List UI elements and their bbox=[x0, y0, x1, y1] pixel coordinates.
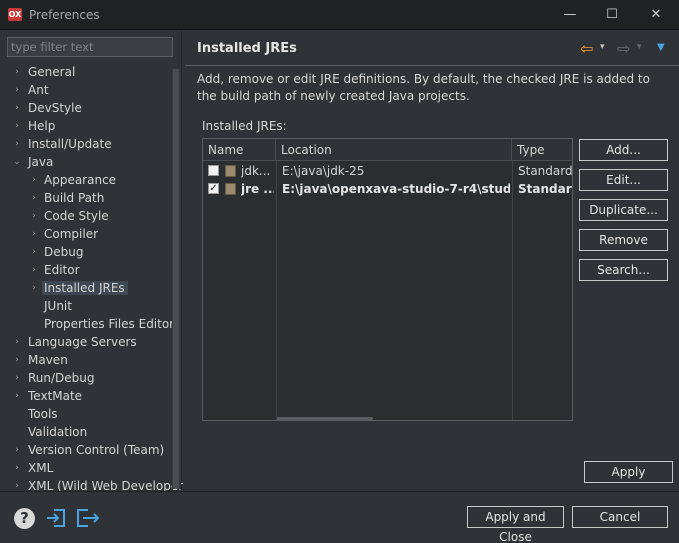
app-logo-icon: OX bbox=[8, 8, 22, 21]
tree-item-compiler[interactable]: › Compiler bbox=[0, 225, 172, 243]
apply-and-close-button[interactable]: Apply and Close bbox=[467, 506, 564, 543]
tree-item-validation[interactable]: Validation bbox=[0, 423, 172, 441]
cell-name: jdk... bbox=[241, 164, 271, 178]
tree-item-java[interactable]: ⌄ Java bbox=[0, 153, 172, 171]
chevron-right-icon[interactable]: › bbox=[12, 351, 22, 369]
chevron-right-icon[interactable]: › bbox=[12, 135, 22, 153]
chevron-right-icon[interactable]: › bbox=[12, 387, 22, 405]
column-divider bbox=[512, 161, 513, 420]
tree-item-code-style[interactable]: › Code Style bbox=[0, 207, 172, 225]
tree-item-tools[interactable]: Tools bbox=[0, 405, 172, 423]
tree-scrollbar-thumb[interactable] bbox=[173, 69, 179, 489]
column-divider bbox=[276, 161, 277, 420]
import-icon[interactable] bbox=[45, 507, 67, 532]
chevron-right-icon[interactable]: › bbox=[12, 117, 22, 135]
forward-arrow-icon[interactable]: ⇨ bbox=[617, 39, 630, 58]
tree-item-junit[interactable]: JUnit bbox=[0, 297, 172, 315]
tree-item-maven[interactable]: › Maven bbox=[0, 351, 172, 369]
chevron-right-icon[interactable]: › bbox=[29, 225, 39, 243]
tree-item-language-servers[interactable]: › Language Servers bbox=[0, 333, 172, 351]
chevron-right-icon[interactable]: › bbox=[12, 81, 22, 99]
search-button[interactable]: Search... bbox=[579, 259, 668, 281]
tree-item-ant[interactable]: › Ant bbox=[0, 81, 172, 99]
cell-name: jre ... bbox=[241, 182, 274, 196]
tree-item-editor[interactable]: › Editor bbox=[0, 261, 172, 279]
maximize-icon[interactable]: ☐ bbox=[602, 5, 622, 25]
cell-type: Standard V bbox=[518, 164, 573, 178]
jre-library-icon bbox=[225, 183, 236, 195]
chevron-right-icon[interactable]: › bbox=[12, 369, 22, 387]
chevron-right-icon[interactable]: › bbox=[12, 441, 22, 459]
chevron-right-icon[interactable]: › bbox=[29, 261, 39, 279]
tree-item-textmate[interactable]: › TextMate bbox=[0, 387, 172, 405]
cell-location: E:\java\openxava-studio-7-r4\studio\jre bbox=[282, 182, 510, 196]
tree-item-general[interactable]: › General bbox=[0, 63, 172, 81]
cancel-button[interactable]: Cancel bbox=[572, 506, 668, 528]
cell-location: E:\java\jdk-25 bbox=[282, 164, 365, 178]
tree-item-properties-files-editor[interactable]: Properties Files Editor bbox=[0, 315, 174, 333]
column-header-type[interactable]: Type bbox=[512, 139, 572, 161]
duplicate-button[interactable]: Duplicate... bbox=[579, 199, 668, 221]
column-header-name[interactable]: Name bbox=[203, 139, 276, 161]
add-button[interactable]: Add... bbox=[579, 139, 668, 161]
window-title: Preferences bbox=[29, 8, 100, 22]
back-arrow-icon[interactable]: ⇦ bbox=[580, 39, 593, 58]
chevron-down-icon[interactable]: ⌄ bbox=[12, 153, 22, 171]
table-header: Name Location Type bbox=[203, 139, 572, 161]
page-title: Installed JREs bbox=[197, 41, 297, 56]
export-icon[interactable] bbox=[75, 507, 101, 532]
tree-item-xml[interactable]: › XML bbox=[0, 459, 172, 477]
page-description: Add, remove or edit JRE definitions. By … bbox=[197, 72, 650, 103]
chevron-right-icon[interactable]: › bbox=[12, 333, 22, 351]
back-menu-chevron-icon[interactable]: ▾ bbox=[600, 42, 605, 52]
table-row[interactable]: jdk... E:\java\jdk-25 Standard V bbox=[203, 162, 573, 180]
tree-scrollbar[interactable] bbox=[172, 69, 181, 489]
tree-item-installed-jres[interactable]: › Installed JREs bbox=[0, 279, 172, 297]
table-row[interactable]: ✓ jre ... E:\java\openxava-studio-7-r4\s… bbox=[203, 180, 572, 198]
apply-button[interactable]: Apply bbox=[584, 461, 673, 483]
tree-item-devstyle[interactable]: › DevStyle bbox=[0, 99, 172, 117]
edit-button[interactable]: Edit... bbox=[579, 169, 668, 191]
title-bar: OX Preferences — ☐ ✕ bbox=[0, 0, 679, 30]
close-icon[interactable]: ✕ bbox=[646, 5, 666, 25]
installed-jres-label: Installed JREs: bbox=[202, 119, 287, 133]
tree-item-run-debug[interactable]: › Run/Debug bbox=[0, 369, 172, 387]
filter-input[interactable] bbox=[7, 37, 173, 57]
jre-library-icon bbox=[225, 165, 236, 177]
tree-item-debug[interactable]: › Debug bbox=[0, 243, 172, 261]
tree-item-help[interactable]: › Help bbox=[0, 117, 172, 135]
forward-menu-chevron-icon[interactable]: ▾ bbox=[637, 42, 642, 52]
tree-item-build-path[interactable]: › Build Path bbox=[0, 189, 172, 207]
chevron-right-icon[interactable]: › bbox=[12, 63, 22, 81]
view-menu-icon[interactable]: ▼ bbox=[657, 42, 665, 53]
jre-table[interactable]: Name Location Type jdk... E:\java\jdk-25… bbox=[202, 138, 573, 421]
help-icon[interactable]: ? bbox=[14, 508, 35, 529]
preferences-tree: › General › Ant › DevStyle › Help › Install/U… bbox=[0, 63, 183, 495]
chevron-right-icon[interactable]: › bbox=[29, 243, 39, 261]
chevron-right-icon[interactable]: › bbox=[12, 99, 22, 117]
column-header-location[interactable]: Location bbox=[276, 139, 512, 161]
cell-type: Standard bbox=[518, 182, 572, 196]
preferences-tree-panel: ›General ›Ant ›DevStyle ›Help ›Install/U… bbox=[0, 31, 183, 493]
installed-jres-page: Installed JREs ⇦ ▾ ⇨ ▾ ▼ Add, remove or … bbox=[185, 31, 679, 490]
tree-item-appearance[interactable]: › Appearance bbox=[0, 171, 172, 189]
jre-checkbox[interactable]: ✓ bbox=[208, 183, 219, 194]
minimize-icon[interactable]: — bbox=[560, 5, 580, 25]
table-horizontal-scrollbar[interactable] bbox=[277, 417, 373, 420]
tree-item-install-update[interactable]: › Install/Update bbox=[0, 135, 172, 153]
remove-button[interactable]: Remove bbox=[579, 229, 668, 251]
chevron-right-icon[interactable]: › bbox=[29, 189, 39, 207]
chevron-right-icon[interactable]: › bbox=[29, 207, 39, 225]
tree-item-version-control[interactable]: › Version Control (Team) bbox=[0, 441, 172, 459]
page-header: Installed JREs ⇦ ▾ ⇨ ▾ ▼ bbox=[185, 31, 679, 66]
chevron-right-icon[interactable]: › bbox=[29, 279, 39, 297]
chevron-right-icon[interactable]: › bbox=[29, 171, 39, 189]
chevron-right-icon[interactable]: › bbox=[12, 459, 22, 477]
jre-checkbox[interactable] bbox=[208, 165, 219, 176]
